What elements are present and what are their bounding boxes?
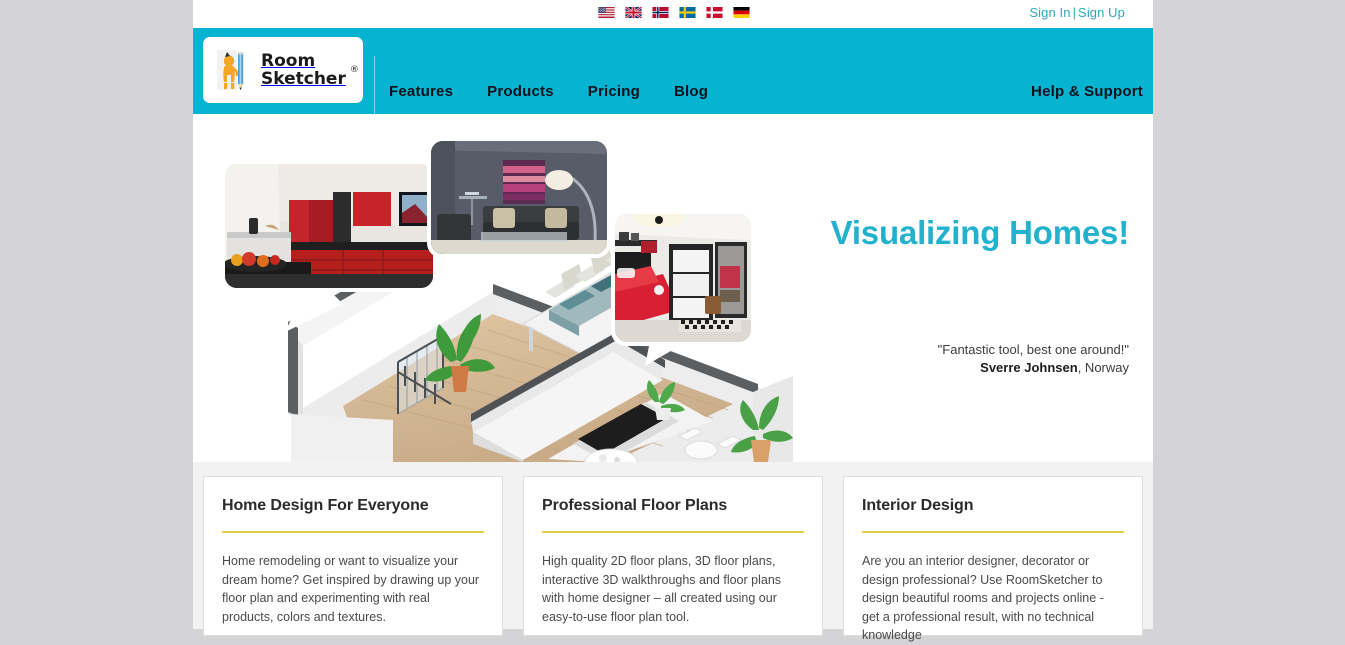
- site-header: Room Sketcher ® Features Products Pricin…: [193, 28, 1153, 114]
- logo-roomsketcher[interactable]: Room Sketcher ®: [203, 37, 363, 103]
- hero-headline: Visualizing Homes!: [830, 214, 1130, 251]
- card-home-design[interactable]: Home Design For Everyone Home remodeling…: [203, 476, 503, 636]
- card-title: Professional Floor Plans: [542, 497, 728, 514]
- logo-line-room: Room: [261, 51, 316, 71]
- sign-in-link[interactable]: Sign In: [1029, 5, 1070, 20]
- sign-up-link[interactable]: Sign Up: [1078, 5, 1125, 20]
- card-body: Are you an interior designer, decorator …: [862, 554, 1104, 642]
- callout-living-room: [427, 137, 611, 280]
- card-title: Home Design For Everyone: [222, 497, 429, 514]
- flag-norway-icon[interactable]: [652, 7, 669, 18]
- feature-card-list: Home Design For Everyone Home remodeling…: [203, 476, 1143, 642]
- help-and-support-link[interactable]: Help & Support: [1031, 83, 1143, 100]
- account-links: Sign In | Sign Up: [1029, 5, 1125, 20]
- card-interior-design[interactable]: Interior Design Are you an interior desi…: [843, 476, 1143, 642]
- logo-wordmark: Room Sketcher ®: [261, 51, 359, 89]
- nav-pricing[interactable]: Pricing: [588, 83, 674, 100]
- card-title: Interior Design: [862, 497, 974, 514]
- card-divider: [862, 531, 1124, 533]
- flag-united-kingdom-icon[interactable]: [625, 7, 642, 18]
- card-divider: [542, 531, 804, 533]
- hero-illustration: [221, 137, 793, 462]
- utility-bar: Sign In | Sign Up: [193, 0, 1153, 28]
- testimonial: "Fantastic tool, best one around!" Sverr…: [938, 341, 1129, 377]
- registered-trademark-mark: ®: [349, 65, 359, 75]
- site-container: Sign In | Sign Up Room Sketcher ® Featur…: [193, 0, 1153, 642]
- logo-line-sketcher: Sketcher: [261, 69, 346, 89]
- flag-united-states-icon[interactable]: [598, 7, 615, 18]
- nav-blog[interactable]: Blog: [674, 83, 708, 100]
- callout-bedroom: [611, 210, 755, 366]
- nav-features[interactable]: Features: [389, 83, 487, 100]
- flag-sweden-icon[interactable]: [679, 7, 696, 18]
- nav-products[interactable]: Products: [487, 83, 588, 100]
- card-body: High quality 2D floor plans, 3D floor pl…: [542, 554, 782, 624]
- card-divider: [222, 531, 484, 533]
- roomsketcher-mascot-with-pencil-icon: [217, 50, 244, 90]
- testimonial-quote: "Fantastic tool, best one around!": [937, 342, 1129, 357]
- callout-kitchen: [221, 160, 437, 332]
- header-divider: [374, 56, 375, 114]
- features-section: Home Design For Everyone Home remodeling…: [193, 462, 1153, 642]
- account-links-separator: |: [1072, 5, 1077, 20]
- testimonial-attribution: Sverre Johnsen, Norway: [938, 359, 1129, 377]
- testimonial-location: , Norway: [1077, 360, 1129, 375]
- card-body: Home remodeling or want to visualize you…: [222, 554, 480, 624]
- testimonial-author: Sverre Johnsen: [980, 360, 1078, 375]
- hero-section: Visualizing Homes! "Fantastic tool, best…: [193, 114, 1153, 462]
- flag-germany-icon[interactable]: [733, 7, 750, 18]
- language-flag-list: [598, 7, 750, 18]
- flag-denmark-icon[interactable]: [706, 7, 723, 18]
- main-navigation: Features Products Pricing Blog: [389, 83, 708, 100]
- card-floor-plans[interactable]: Professional Floor Plans High quality 2D…: [523, 476, 823, 636]
